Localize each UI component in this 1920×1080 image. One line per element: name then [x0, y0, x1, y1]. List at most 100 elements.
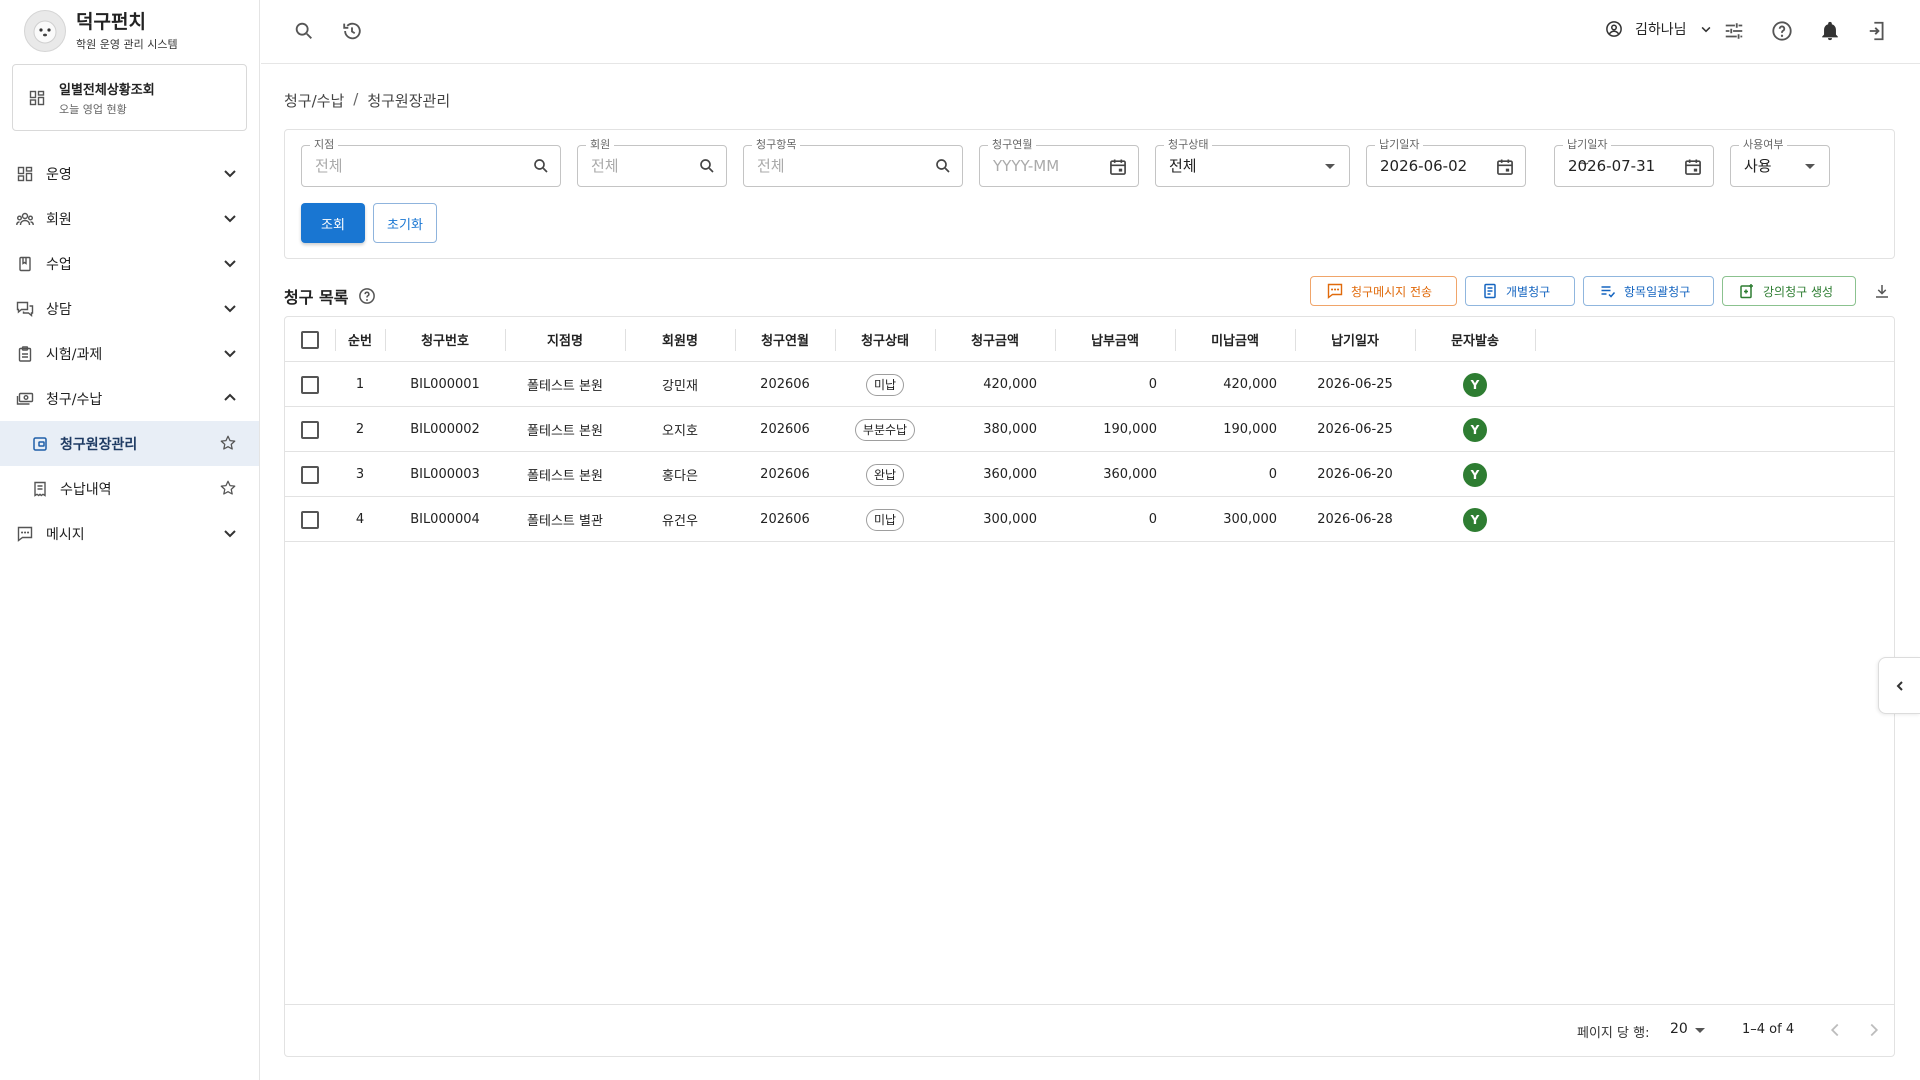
chevron-down-icon: [221, 209, 239, 227]
sidebar-item-operation[interactable]: 운영: [0, 151, 259, 196]
cell-member: 유건우: [662, 514, 698, 529]
star-icon[interactable]: [219, 434, 237, 452]
shortcut-title: 일별전체상황조회: [59, 82, 155, 98]
column-separator[interactable]: [1415, 329, 1416, 351]
table-row[interactable]: 3 BIL000003 폴테스트 본원 홍다은 202606 완납 360,00…: [285, 452, 1894, 497]
sidebar-item-classes[interactable]: 수업: [0, 241, 259, 286]
cell-amount: 300,000: [983, 512, 1037, 527]
logo-icon: [24, 10, 66, 52]
column-separator[interactable]: [385, 329, 386, 351]
sidebar-item-label: 운영: [46, 166, 72, 183]
use-status-select[interactable]: 사용여부 사용: [1730, 138, 1830, 187]
branch-field[interactable]: 지점 전체: [301, 138, 561, 187]
row-checkbox[interactable]: [285, 407, 335, 452]
help-icon[interactable]: [358, 287, 376, 305]
column-header[interactable]: 회원명: [625, 317, 735, 362]
cell-status: 부분수납: [835, 407, 935, 452]
search-icon[interactable]: [698, 157, 716, 175]
sidebar-item-exams[interactable]: 시험/과제: [0, 331, 259, 376]
cell-paid: 360,000: [1103, 467, 1157, 482]
user-menu[interactable]: 김하나님: [1599, 19, 1719, 39]
column-header[interactable]: 청구연월: [735, 317, 835, 362]
tune-icon[interactable]: [1723, 20, 1745, 42]
breadcrumb-parent[interactable]: 청구/수납: [284, 90, 344, 111]
sidebar-item-payment-history[interactable]: 수납내역: [0, 466, 259, 511]
calendar-icon[interactable]: [1108, 157, 1128, 177]
due-date-to-field[interactable]: 납기일자 2026-07-31: [1554, 138, 1714, 187]
rows-per-page-select[interactable]: 20: [1670, 1021, 1688, 1037]
table-row[interactable]: 2 BIL000002 폴테스트 본원 오지호 202606 부분수납 380,…: [285, 407, 1894, 452]
search-button[interactable]: 조회: [301, 203, 365, 243]
caret-down-icon[interactable]: [1695, 1028, 1705, 1033]
sms-icon: [1327, 283, 1343, 299]
side-panel-toggle[interactable]: [1878, 657, 1920, 714]
column-header[interactable]: 납부금액: [1055, 317, 1175, 362]
column-header[interactable]: 미납금액: [1175, 317, 1295, 362]
individual-bill-button[interactable]: 개별청구: [1465, 276, 1575, 306]
reset-button[interactable]: 초기화: [373, 203, 437, 243]
button-label: 강의청구 생성: [1763, 284, 1834, 299]
send-bill-message-button[interactable]: 청구메시지 전송: [1310, 276, 1457, 306]
help-icon[interactable]: [1771, 20, 1793, 42]
sidebar-item-messages[interactable]: 메시지: [0, 511, 259, 556]
table-row[interactable]: 1 BIL000001 폴테스트 본원 강민재 202606 미납 420,00…: [285, 362, 1894, 407]
daily-status-shortcut[interactable]: 일별전체상황조회 오늘 영업 현황: [12, 64, 247, 131]
next-page-icon[interactable]: [1863, 1019, 1885, 1041]
sidebar-item-members[interactable]: 회원: [0, 196, 259, 241]
row-checkbox[interactable]: [285, 497, 335, 542]
cell-month: 202606: [760, 512, 810, 527]
column-separator[interactable]: [1175, 329, 1176, 351]
chevron-down-icon: [221, 524, 239, 542]
column-separator[interactable]: [335, 329, 336, 351]
search-icon[interactable]: [293, 20, 315, 42]
row-checkbox[interactable]: [285, 452, 335, 497]
column-separator[interactable]: [735, 329, 736, 351]
bill-item-field[interactable]: 청구항목 전체: [743, 138, 963, 187]
column-separator[interactable]: [625, 329, 626, 351]
column-header[interactable]: 청구상태: [835, 317, 935, 362]
row-checkbox[interactable]: [285, 362, 335, 407]
table-row[interactable]: 4 BIL000004 폴테스트 별관 유건우 202606 미납 300,00…: [285, 497, 1894, 542]
column-separator[interactable]: [1535, 329, 1536, 351]
caret-down-icon: [1805, 164, 1815, 169]
payments-icon: [16, 390, 34, 408]
sidebar-item-billing-ledger[interactable]: 청구원장관리: [0, 421, 259, 466]
column-header[interactable]: 청구번호: [385, 317, 505, 362]
search-icon[interactable]: [532, 157, 550, 175]
column-header[interactable]: 순번: [335, 317, 385, 362]
field-label: 청구상태: [1164, 138, 1213, 152]
column-separator[interactable]: [835, 329, 836, 351]
due-date-from-field[interactable]: 납기일자 2026-06-02: [1366, 138, 1526, 187]
field-label: 회원: [586, 138, 615, 152]
cell-member: 강민재: [662, 379, 698, 394]
star-icon[interactable]: [219, 479, 237, 497]
column-header[interactable]: 문자발송: [1415, 317, 1535, 362]
column-separator[interactable]: [1295, 329, 1296, 351]
logout-icon[interactable]: [1867, 20, 1889, 42]
bulk-item-bill-button[interactable]: 항목일괄청구: [1583, 276, 1714, 306]
sidebar-item-consult[interactable]: 상담: [0, 286, 259, 331]
calendar-icon[interactable]: [1683, 157, 1703, 177]
bell-icon[interactable]: [1819, 20, 1841, 42]
column-header[interactable]: 납기일자: [1295, 317, 1415, 362]
checkbox-icon: [301, 465, 319, 484]
column-separator[interactable]: [505, 329, 506, 351]
search-icon[interactable]: [934, 157, 952, 175]
bill-status-select[interactable]: 청구상태 전체: [1155, 138, 1350, 187]
column-header[interactable]: 청구금액: [935, 317, 1055, 362]
create-lecture-bill-button[interactable]: 강의청구 생성: [1722, 276, 1856, 306]
sidebar-item-billing[interactable]: 청구/수납: [0, 376, 259, 421]
calendar-icon[interactable]: [1495, 157, 1515, 177]
column-separator[interactable]: [935, 329, 936, 351]
download-icon[interactable]: [1873, 282, 1891, 300]
sidebar-item-label: 수납내역: [60, 481, 112, 498]
history-icon[interactable]: [341, 20, 363, 42]
brand[interactable]: 덕구펀치 학원 운영 관리 시스템: [24, 10, 178, 52]
previous-page-icon[interactable]: [1824, 1019, 1846, 1041]
bill-month-field[interactable]: 청구연월 YYYY-MM: [979, 138, 1139, 187]
field-label: 청구항목: [752, 138, 801, 152]
column-header[interactable]: 지점명: [505, 317, 625, 362]
column-separator[interactable]: [1055, 329, 1056, 351]
select-all-checkbox[interactable]: [285, 317, 335, 362]
member-field[interactable]: 회원 전체: [577, 138, 727, 187]
